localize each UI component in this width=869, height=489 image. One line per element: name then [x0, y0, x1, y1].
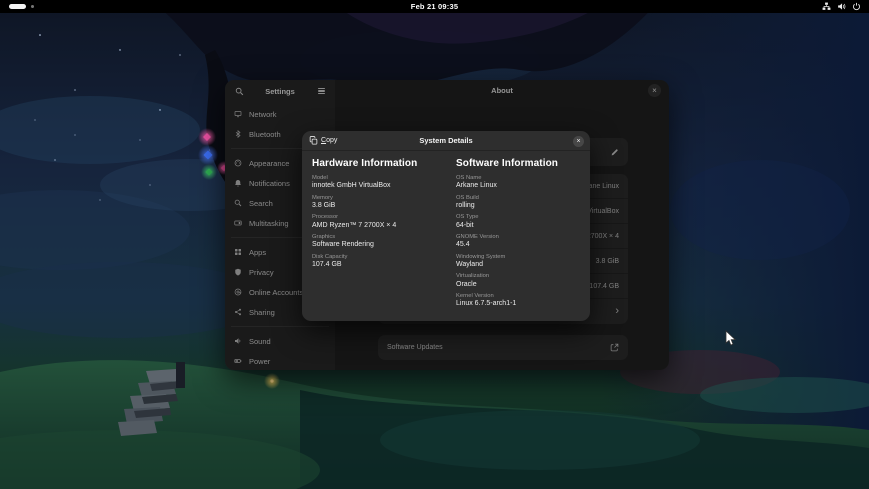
- clock[interactable]: Feb 21 09:35: [0, 2, 869, 11]
- copy-button[interactable]: Copy: [309, 136, 337, 145]
- software-heading: Software Information: [456, 158, 559, 169]
- mouse-cursor: [725, 330, 737, 346]
- entry-kernel-version: Kernel Version Linux 6.7.5-arch1-1: [456, 293, 517, 308]
- entry-windowing-system: Windowing System Wayland: [456, 253, 506, 268]
- entry-gnome-version: GNOME Version 45.4: [456, 234, 499, 249]
- system-status-area[interactable]: [822, 0, 861, 13]
- entry-disk-capacity: Disk Capacity 107.4 GB: [312, 253, 348, 268]
- copy-icon: [309, 136, 318, 145]
- dialog-headerbar: Copy System Details ×: [302, 131, 590, 151]
- top-bar: Feb 21 09:35: [0, 0, 869, 13]
- entry-virtualization: Virtualization Oracle: [456, 273, 490, 288]
- power-icon: [853, 2, 860, 10]
- entry-graphics: Graphics Software Rendering: [312, 234, 374, 249]
- dialog-title: System Details: [419, 136, 473, 145]
- entry-model: Model innotek GmbH VirtualBox: [312, 175, 391, 190]
- hardware-heading: Hardware Information: [312, 158, 418, 169]
- dialog-body: Hardware Information Model innotek GmbH …: [302, 151, 590, 313]
- network-icon: [822, 2, 831, 10]
- entry-os-build: OS Build rolling: [456, 194, 479, 209]
- system-details-dialog: Copy System Details × Hardware Informati…: [302, 131, 590, 321]
- entry-os-name: OS Name Arkane Linux: [456, 175, 497, 190]
- entry-memory: Memory 3.8 GiB: [312, 194, 336, 209]
- dialog-close-button[interactable]: ×: [573, 135, 584, 147]
- software-column: Software Information OS Name Arkane Linu…: [456, 158, 580, 313]
- volume-icon: [838, 3, 846, 10]
- entry-processor: Processor AMD Ryzen™ 7 2700X × 4: [312, 214, 397, 229]
- entry-os-type: OS Type 64-bit: [456, 214, 479, 229]
- hardware-column: Hardware Information Model innotek GmbH …: [312, 158, 436, 313]
- desktop: Feb 21 09:35 Settings Network Bluetooth …: [0, 0, 869, 489]
